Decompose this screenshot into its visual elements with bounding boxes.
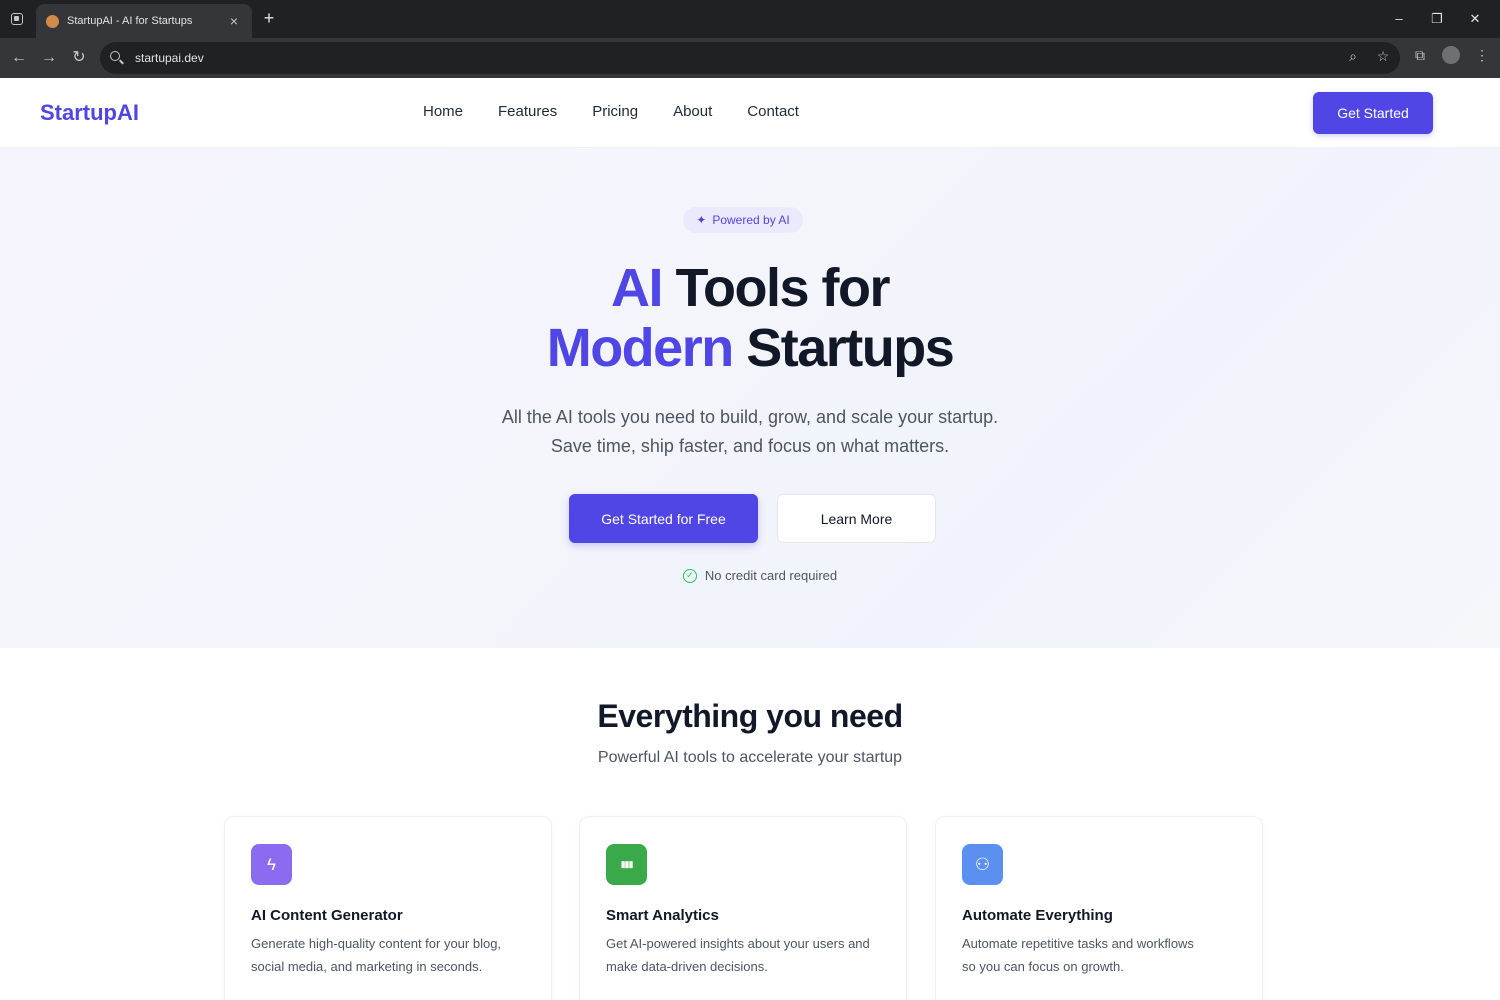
feature-card-automate-everything[interactable]: ⚇ Automate Everything Automate repetitiv… xyxy=(935,816,1263,1000)
browser-toolbar: ← → ↻ startupai.dev ⌕ ☆ xyxy=(0,38,1500,78)
feature-card-description: Get AI-powered insights about your users… xyxy=(606,932,880,978)
feature-card-title: AI Content Generator xyxy=(251,907,403,924)
no-credit-card-note: ✓ No credit card required xyxy=(0,568,1500,583)
browser-tab[interactable]: StartupAI - AI for Startups × xyxy=(36,4,252,38)
close-window-button[interactable]: ✕ xyxy=(1456,6,1494,32)
search-icon xyxy=(110,51,124,65)
hero-subtitle: All the AI tools you need to build, grow… xyxy=(0,403,1500,461)
tab-close-icon[interactable]: × xyxy=(226,13,242,29)
bookmark-star-icon[interactable]: ☆ xyxy=(1374,48,1392,65)
url-text[interactable]: startupai.dev xyxy=(135,51,204,65)
nav-link-pricing[interactable]: Pricing xyxy=(592,103,638,120)
feature-card-desc-line-2: make data-driven decisions. xyxy=(606,959,768,974)
nav-link-features[interactable]: Features xyxy=(498,103,557,120)
new-tab-button[interactable]: + xyxy=(259,8,279,28)
main-nav: Home Features Pricing About Contact xyxy=(423,103,799,120)
bar-chart-icon: ▮▮▮ xyxy=(606,844,647,885)
feature-card-desc-line-1: Get AI-powered insights about your users… xyxy=(606,936,870,951)
hero-subtitle-line-1: All the AI tools you need to build, grow… xyxy=(501,407,999,427)
hero-title-rest-2: Startups xyxy=(732,318,955,378)
feature-card-content-generator[interactable]: ϟ AI Content Generator Generate high-qua… xyxy=(224,816,552,1000)
hero-title-accent-2: Modern xyxy=(546,318,735,378)
get-started-button[interactable]: Get Started xyxy=(1313,92,1433,134)
back-icon[interactable]: ← xyxy=(8,47,30,69)
features-title: Everything you need xyxy=(597,698,903,734)
check-circle-icon: ✓ xyxy=(682,568,697,583)
window-controls: – ❐ ✕ xyxy=(1380,6,1494,32)
features-section: Everything you need Powerful AI tools to… xyxy=(0,648,1500,1000)
favicon-icon xyxy=(46,14,59,28)
tab-title: StartupAI - AI for Startups xyxy=(67,15,193,27)
user-icon: ⚇ xyxy=(962,844,1003,885)
extensions-icon[interactable]: ⧉ xyxy=(1410,47,1430,64)
browser-menu-icon[interactable]: ⋮ xyxy=(1472,47,1492,64)
learn-more-button[interactable]: Learn More xyxy=(777,494,936,543)
feature-card-smart-analytics[interactable]: ▮▮▮ Smart Analytics Get AI-powered insig… xyxy=(579,816,907,1000)
reload-icon[interactable]: ↻ xyxy=(68,47,90,69)
hero-section: ✦ Powered by AI AI Tools for Modern Star… xyxy=(0,148,1500,648)
profile-avatar-icon[interactable] xyxy=(1442,46,1460,64)
feature-card-title: Smart Analytics xyxy=(606,907,719,924)
get-started-free-button[interactable]: Get Started for Free xyxy=(569,494,758,543)
nav-link-home[interactable]: Home xyxy=(423,103,463,120)
feature-card-desc-line-2: social media, and marketing in seconds. xyxy=(251,959,483,974)
features-subtitle: Powerful AI tools to accelerate your sta… xyxy=(597,749,903,766)
site-header: StartupAI Home Features Pricing About Co… xyxy=(0,78,1500,148)
powered-by-badge: ✦ Powered by AI xyxy=(683,207,803,233)
badge-label: Powered by AI xyxy=(712,213,790,227)
feature-card-desc-line-1: Automate repetitive tasks and workflows xyxy=(962,936,1194,951)
nav-link-about[interactable]: About xyxy=(673,103,712,120)
minimize-button[interactable]: – xyxy=(1380,6,1418,32)
site-logo[interactable]: StartupAI xyxy=(40,100,139,126)
forward-icon[interactable]: → xyxy=(38,47,60,69)
feature-card-description: Generate high-quality content for your b… xyxy=(251,932,525,978)
hero-title-rest-1: Tools for xyxy=(662,258,891,318)
nav-link-contact[interactable]: Contact xyxy=(747,103,799,120)
web-page: StartupAI Home Features Pricing About Co… xyxy=(0,78,1500,1000)
feature-card-desc-line-2: so you can focus on growth. xyxy=(962,959,1124,974)
toolbar-actions: ⧉ ⋮ xyxy=(1410,46,1492,64)
hero-subtitle-line-2: Save time, ship faster, and focus on wha… xyxy=(550,436,950,456)
feature-card-description: Automate repetitive tasks and workflows … xyxy=(962,932,1236,978)
address-bar[interactable]: startupai.dev ⌕ ☆ xyxy=(100,42,1400,74)
window-menu-icon[interactable] xyxy=(8,10,26,28)
browser-tab-bar: StartupAI - AI for Startups × + – ❐ ✕ xyxy=(0,0,1500,38)
feature-card-title: Automate Everything xyxy=(962,907,1113,924)
feature-card-desc-line-1: Generate high-quality content for your b… xyxy=(251,936,502,951)
lightning-icon: ϟ xyxy=(251,844,292,885)
sparkle-icon: ✦ xyxy=(696,213,707,227)
hero-title-accent-1: AI xyxy=(611,258,664,318)
no-credit-card-text: No credit card required xyxy=(704,568,838,583)
restore-button[interactable]: ❐ xyxy=(1418,6,1456,32)
zoom-icon[interactable]: ⌕ xyxy=(1344,48,1362,65)
hero-title: AI Tools for Modern Startups xyxy=(0,258,1500,378)
